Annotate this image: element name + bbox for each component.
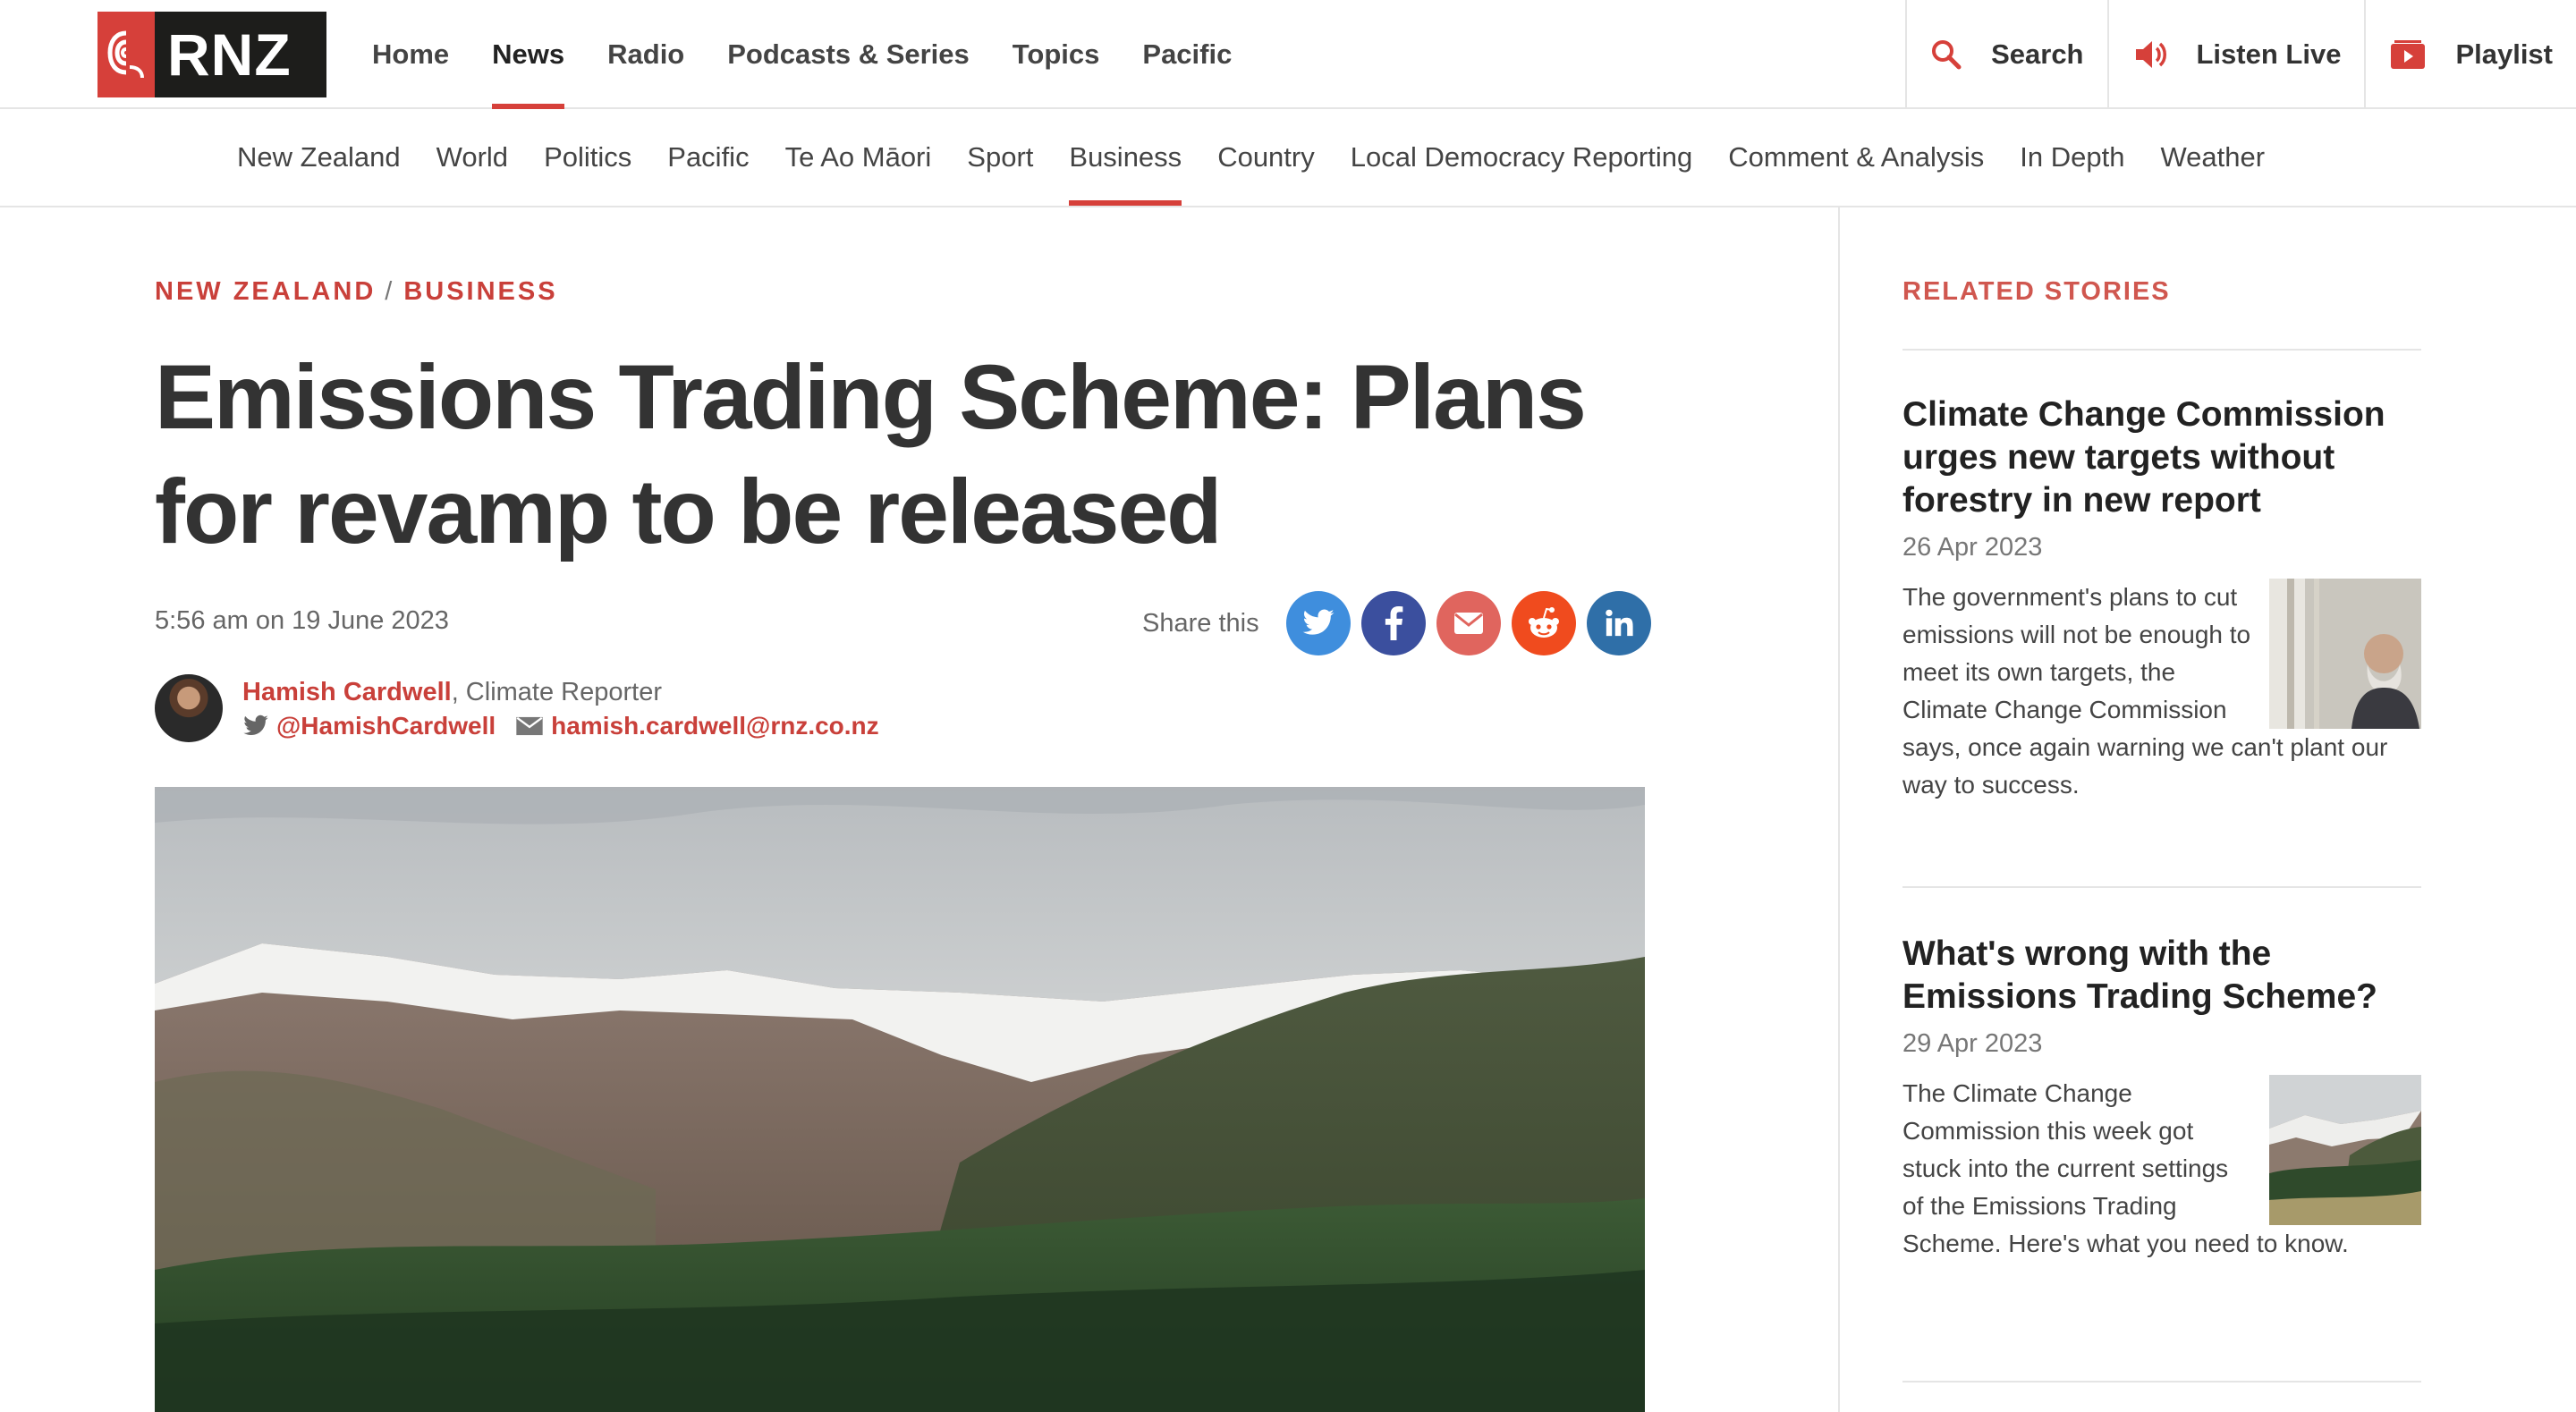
playlist-button[interactable]: Playlist xyxy=(2364,0,2576,109)
breadcrumb-separator: / xyxy=(385,277,395,306)
section-nav-te-ao-maori[interactable]: Te Ao Māori xyxy=(767,109,950,206)
author-contact: @HamishCardwell hamish.cardwell@rnz.co.n… xyxy=(242,712,879,740)
divider xyxy=(1902,886,2421,888)
author-twitter-link[interactable]: @HamishCardwell xyxy=(276,712,496,740)
section-nav-politics[interactable]: Politics xyxy=(526,109,649,206)
playlist-icon xyxy=(2389,38,2441,71)
related-story-date: 26 Apr 2023 xyxy=(1902,533,2043,562)
share-twitter-button[interactable] xyxy=(1285,591,1351,655)
twitter-icon xyxy=(242,714,269,738)
author-avatar xyxy=(155,674,223,742)
playlist-label: Playlist xyxy=(2455,38,2553,70)
speaker-icon xyxy=(2132,38,2182,71)
search-label: Search xyxy=(1991,38,2084,70)
share-facebook-button[interactable] xyxy=(1360,591,1426,655)
related-story[interactable]: What's wrong with the Emissions Trading … xyxy=(1902,933,2421,1263)
search-icon xyxy=(1930,38,1977,71)
sidebar-divider xyxy=(1838,207,1840,1412)
author-email-link[interactable]: hamish.cardwell@rnz.co.nz xyxy=(551,712,879,740)
site-header: RNZ Home News Radio Podcasts & Series To… xyxy=(0,0,2576,109)
reddit-icon xyxy=(1524,605,1563,641)
linkedin-icon xyxy=(1604,608,1634,638)
breadcrumb-new-zealand[interactable]: NEW ZEALAND xyxy=(155,277,376,306)
related-story-date: 29 Apr 2023 xyxy=(1902,1029,2043,1058)
main-nav-news[interactable]: News xyxy=(470,0,586,109)
related-story-title[interactable]: Climate Change Commission urges new targ… xyxy=(1902,393,2421,522)
section-nav-comment-analysis[interactable]: Comment & Analysis xyxy=(1710,109,2002,206)
utility-nav: Search Listen Live Playlist xyxy=(1905,0,2576,109)
section-nav-local-democracy[interactable]: Local Democracy Reporting xyxy=(1333,109,1711,206)
breadcrumb-business[interactable]: BUSINESS xyxy=(403,277,557,306)
share-linkedin-button[interactable] xyxy=(1586,591,1651,655)
section-nav-business[interactable]: Business xyxy=(1051,109,1199,206)
byline: Hamish Cardwell, Climate Reporter xyxy=(242,678,662,707)
breadcrumb: NEW ZEALAND / BUSINESS xyxy=(155,277,558,307)
search-button[interactable]: Search xyxy=(1905,0,2106,109)
section-nav-world[interactable]: World xyxy=(419,109,526,206)
section-nav-in-depth[interactable]: In Depth xyxy=(2002,109,2142,206)
main-nav: Home News Radio Podcasts & Series Topics… xyxy=(351,0,1253,109)
related-story-summary: The government's plans to cut emissions … xyxy=(1902,579,2421,804)
divider xyxy=(1902,349,2421,351)
mail-icon xyxy=(515,716,544,736)
related-story-thumbnail[interactable] xyxy=(2269,579,2421,729)
facebook-icon xyxy=(1384,606,1403,640)
section-nav-sport[interactable]: Sport xyxy=(949,109,1051,206)
twitter-icon xyxy=(1301,609,1335,638)
main-nav-radio[interactable]: Radio xyxy=(586,0,706,109)
hero-image xyxy=(155,787,1645,1412)
section-nav-new-zealand[interactable]: New Zealand xyxy=(219,109,419,206)
article-headline: Emissions Trading Scheme: Plans for reva… xyxy=(155,346,1587,562)
section-nav-country[interactable]: Country xyxy=(1199,109,1333,206)
section-nav-pacific[interactable]: Pacific xyxy=(649,109,767,206)
main-nav-topics[interactable]: Topics xyxy=(991,0,1122,109)
related-story[interactable]: Climate Change Commission urges new targ… xyxy=(1902,393,2421,804)
share-email-button[interactable] xyxy=(1436,591,1501,655)
share-reddit-button[interactable] xyxy=(1511,591,1576,655)
main-nav-podcasts-series[interactable]: Podcasts & Series xyxy=(706,0,991,109)
section-nav: New Zealand World Politics Pacific Te Ao… xyxy=(0,109,2576,207)
listen-live-label: Listen Live xyxy=(2196,38,2342,70)
article-dateline: 5:56 am on 19 June 2023 xyxy=(155,606,449,635)
author-name-link[interactable]: Hamish Cardwell xyxy=(242,678,452,706)
main-nav-home[interactable]: Home xyxy=(351,0,470,109)
related-stories-heading: RELATED STORIES xyxy=(1902,277,2171,306)
author-role: , Climate Reporter xyxy=(451,678,662,706)
share-bar: Share this xyxy=(1142,590,1651,656)
share-label: Share this xyxy=(1142,608,1259,638)
main-nav-pacific[interactable]: Pacific xyxy=(1121,0,1253,109)
divider xyxy=(1902,1381,2421,1382)
related-story-summary: The Climate Change Commission this week … xyxy=(1902,1075,2421,1263)
rnz-logo-mark-icon xyxy=(97,12,155,97)
mail-icon xyxy=(1453,612,1484,635)
rnz-logo-text: RNZ xyxy=(167,21,292,88)
rnz-logo[interactable]: RNZ xyxy=(97,12,326,97)
related-story-thumbnail[interactable] xyxy=(2269,1075,2421,1225)
section-nav-weather[interactable]: Weather xyxy=(2142,109,2283,206)
related-story-title[interactable]: What's wrong with the Emissions Trading … xyxy=(1902,933,2421,1019)
listen-live-button[interactable]: Listen Live xyxy=(2106,0,2365,109)
